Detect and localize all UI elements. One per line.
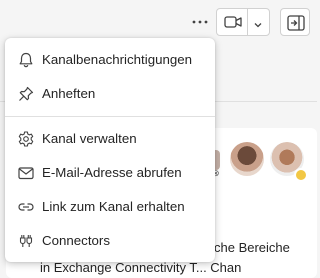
connector-plug-icon xyxy=(17,232,35,250)
menu-item-get-channel-link[interactable]: Link zum Kanal erhalten xyxy=(5,190,215,224)
menu-divider xyxy=(5,116,215,117)
bell-icon xyxy=(17,51,35,69)
menu-item-get-email-address[interactable]: E-Mail-Adresse abrufen xyxy=(5,156,215,190)
menu-item-label: Link zum Kanal erhalten xyxy=(42,199,185,214)
menu-item-pin[interactable]: Anheften xyxy=(5,77,215,111)
split-divider xyxy=(247,9,248,35)
menu-item-label: E-Mail-Adresse abrufen xyxy=(42,165,182,180)
menu-item-label: Anheften xyxy=(42,86,96,101)
message-text: in Exchange Connectivity T... Chan xyxy=(40,260,242,275)
open-panel-icon xyxy=(287,15,305,31)
message-text: che Bereiche xyxy=(214,240,290,255)
link-icon xyxy=(17,198,35,216)
mail-icon xyxy=(17,164,35,182)
menu-item-manage-channel[interactable]: Kanal verwalten xyxy=(5,122,215,156)
open-panel-button[interactable] xyxy=(280,8,310,36)
menu-item-label: Kanalbenachrichtigungen xyxy=(42,52,193,67)
menu-item-label: Connectors xyxy=(42,233,110,248)
gear-icon xyxy=(17,130,35,148)
video-camera-icon[interactable] xyxy=(224,15,242,29)
menu-item-channel-notifications[interactable]: Kanalbenachrichtigungen xyxy=(5,43,215,77)
status-badge xyxy=(294,168,308,182)
menu-item-label: Kanal verwalten xyxy=(42,131,137,146)
more-options-icon[interactable] xyxy=(190,12,210,32)
channel-options-menu: Kanalbenachrichtigungen Anheften Kanal v… xyxy=(5,38,215,262)
avatar[interactable] xyxy=(230,142,264,176)
meet-now-split-button[interactable] xyxy=(216,8,270,36)
chevron-down-icon[interactable] xyxy=(252,17,264,28)
menu-item-connectors[interactable]: Connectors xyxy=(5,224,215,258)
pin-icon xyxy=(17,85,35,103)
